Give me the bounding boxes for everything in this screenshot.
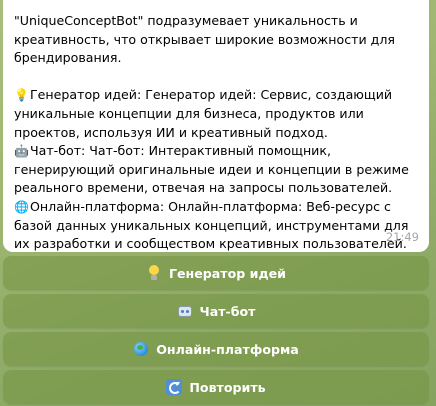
inline-button-idea-generator[interactable]: Генератор идей	[3, 256, 429, 290]
inline-button-online-platform[interactable]: Онлайн-платформа	[3, 332, 429, 366]
inline-button-repeat[interactable]: Повторить	[3, 370, 429, 404]
feature-chat-bot: 🤖Чат-бот: Чат-бот: Интерактивный помощни…	[14, 142, 419, 198]
message-features: 💡Генератор идей: Генератор идей: Сервис,…	[14, 86, 419, 253]
feature-chat-bot-text: Чат-бот: Чат-бот: Интерактивный помощник…	[14, 143, 409, 196]
message-intro: "UniqueConceptBot" подразумевает уникаль…	[14, 13, 395, 66]
light-bulb-icon	[146, 265, 162, 281]
repeat-icon	[166, 379, 183, 395]
chat-area: "UniqueConceptBot" подразумевает уникаль…	[0, 0, 436, 406]
light-bulb-icon: 💡	[14, 88, 29, 103]
feature-online-platform-text: Онлайн-платформа: Онлайн-платформа: Веб-…	[14, 198, 409, 252]
feature-idea-generator: 💡Генератор идей: Генератор идей: Сервис,…	[14, 86, 419, 142]
message-timestamp: 21:49	[385, 230, 419, 245]
feature-online-platform: 🌐Онлайн-платформа: Онлайн-платформа: Веб…	[14, 198, 419, 254]
inline-button-label: Генератор идей	[168, 265, 287, 281]
robot-icon	[177, 303, 193, 319]
inline-button-label: Повторить	[189, 379, 266, 395]
bot-message-bubble: "UniqueConceptBot" подразумевает уникаль…	[3, 0, 429, 252]
inline-button-label: Чат-бот	[199, 303, 256, 319]
inline-button-label: Онлайн-платформа	[156, 341, 299, 357]
feature-idea-generator-text: Генератор идей: Генератор идей: Сервис, …	[14, 87, 393, 140]
robot-icon: 🤖	[14, 144, 29, 159]
globe-icon: 🌐	[14, 199, 29, 214]
globe-icon	[133, 341, 149, 357]
inline-button-chat-bot[interactable]: Чат-бот	[3, 294, 429, 328]
